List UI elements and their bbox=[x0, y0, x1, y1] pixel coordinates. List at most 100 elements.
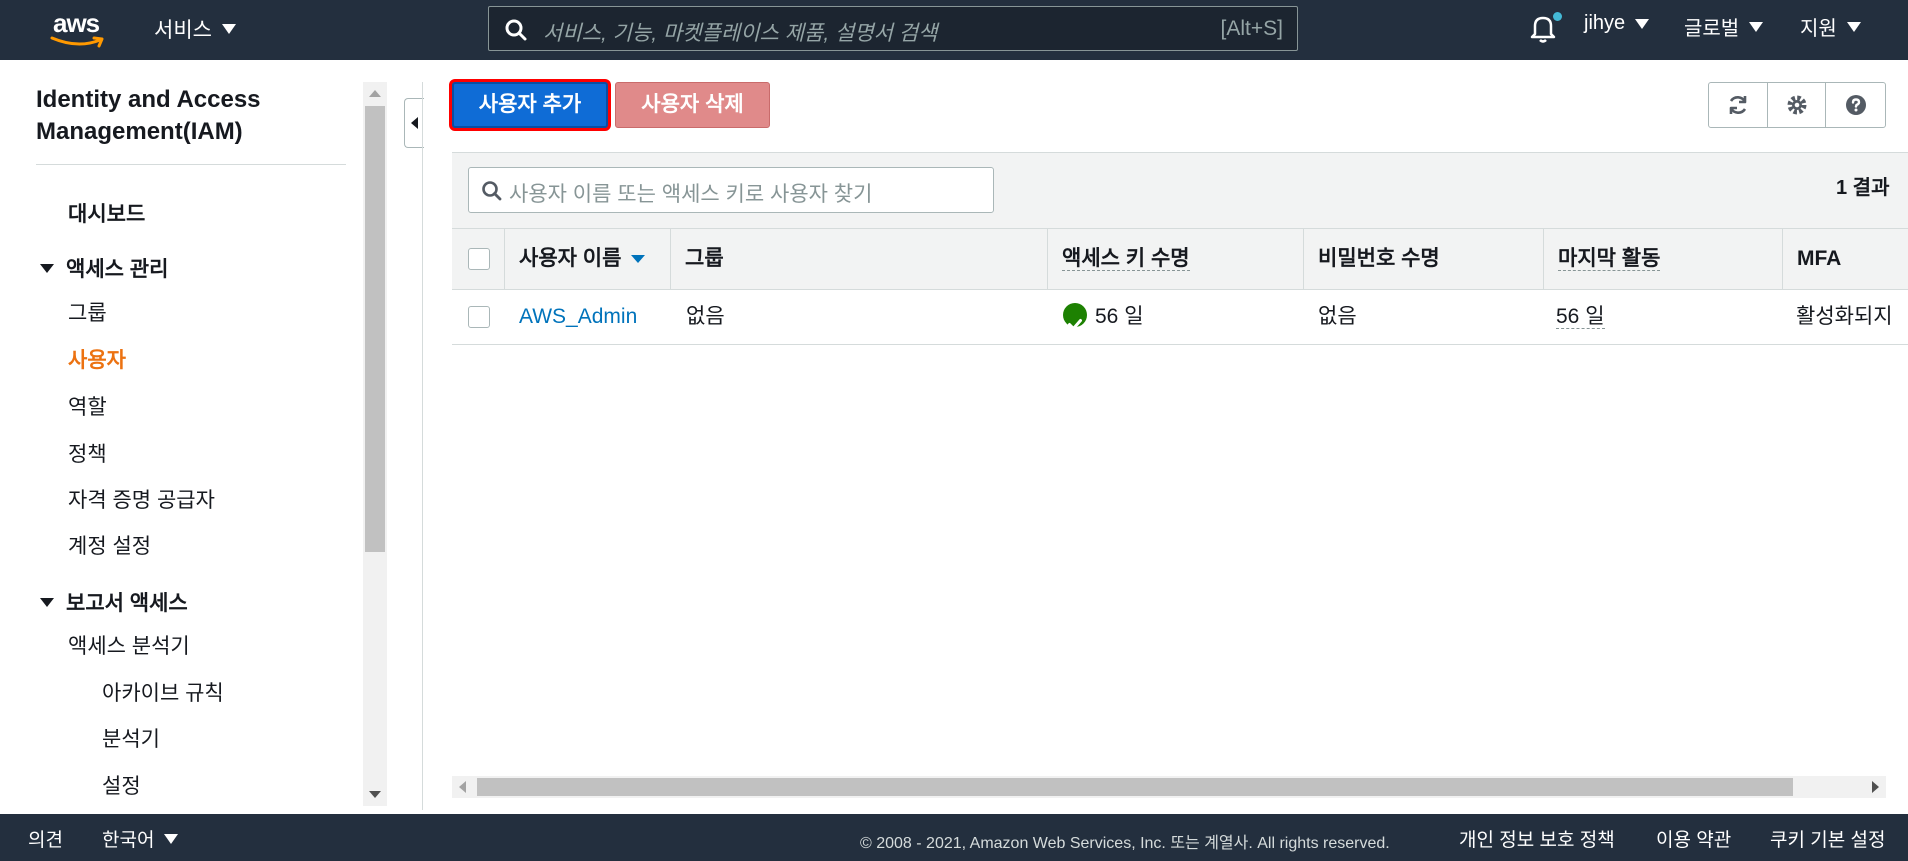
table-row[interactable]: AWS_Admin 없음 56 일 없음 56 일 활성화되지 bbox=[452, 290, 1908, 345]
cell-mfa: 활성화되지 bbox=[1796, 305, 1893, 328]
row-checkbox[interactable] bbox=[468, 306, 490, 328]
section-label: 액세스 관리 bbox=[66, 258, 169, 281]
column-label: 사용자 이름 bbox=[519, 247, 622, 270]
chevron-down-icon bbox=[221, 24, 236, 34]
search-icon bbox=[505, 19, 527, 41]
cookie-preferences-link[interactable]: 쿠키 기본 설정 bbox=[1770, 825, 1885, 852]
refresh-button[interactable] bbox=[1709, 83, 1768, 127]
sidebar-scrollbar[interactable] bbox=[363, 82, 387, 806]
sidebar-section-access-management[interactable]: 액세스 관리 bbox=[40, 253, 168, 283]
sidebar-title: Identity and Access Management(IAM) bbox=[36, 86, 261, 145]
help-button[interactable] bbox=[1826, 83, 1885, 127]
region-menu[interactable]: 글로벌 bbox=[1684, 12, 1764, 41]
scroll-left-icon[interactable] bbox=[459, 781, 466, 793]
column-label: MFA bbox=[1797, 247, 1842, 270]
result-count: 1 결과 bbox=[1836, 177, 1890, 199]
language-label: 한국어 bbox=[102, 830, 155, 851]
column-header-mfa[interactable]: MFA bbox=[1782, 229, 1908, 291]
sidebar-item-groups[interactable]: 그룹 bbox=[68, 297, 107, 327]
column-header-access-key-age[interactable]: 액세스 키 수명 bbox=[1047, 229, 1303, 291]
page-footer: 의견 한국어 © 2008 - 2021, Amazon Web Service… bbox=[0, 814, 1908, 861]
cell-last-activity: 56 일 bbox=[1556, 290, 1605, 345]
user-search-placeholder: 사용자 이름 또는 액세스 키로 사용자 찾기 bbox=[509, 183, 873, 206]
column-label: 그룹 bbox=[685, 247, 724, 270]
table-horizontal-scrollbar[interactable] bbox=[452, 776, 1886, 798]
sidebar-item-dashboard[interactable]: 대시보드 bbox=[68, 198, 145, 228]
terms-link[interactable]: 이용 약관 bbox=[1656, 825, 1731, 852]
cell-access-key-age: 56 일 bbox=[1063, 290, 1144, 345]
column-header-last-activity[interactable]: 마지막 활동 bbox=[1543, 229, 1782, 291]
top-navigation-bar: aws 서비스 서비스, 기능, 마켓플레이스 제품, 설명서 검색 [Alt+… bbox=[0, 0, 1908, 60]
scroll-right-icon[interactable] bbox=[1872, 781, 1879, 793]
aws-logo[interactable]: aws bbox=[48, 8, 110, 48]
sort-descending-icon bbox=[631, 255, 646, 264]
language-selector[interactable]: 한국어 bbox=[102, 825, 179, 852]
sidebar-item-policies[interactable]: 정책 bbox=[68, 438, 107, 468]
column-label: 액세스 키 수명 bbox=[1062, 247, 1190, 271]
chevron-down-icon bbox=[164, 833, 179, 844]
section-label: 보고서 액세스 bbox=[66, 592, 188, 615]
support-menu[interactable]: 지원 bbox=[1800, 12, 1861, 41]
iam-sidebar: Identity and Access Management(IAM) 대시보드… bbox=[0, 60, 360, 814]
chevron-down-icon bbox=[1846, 21, 1861, 32]
cell-groups: 없음 bbox=[686, 305, 725, 328]
sidebar-item-archive-rules[interactable]: 아카이브 규칙 bbox=[102, 677, 224, 707]
access-key-age-value: 56 일 bbox=[1095, 305, 1144, 328]
copyright-text: © 2008 - 2021, Amazon Web Services, Inc.… bbox=[860, 835, 1390, 852]
scroll-up-icon[interactable] bbox=[369, 90, 381, 97]
sidebar-divider bbox=[36, 164, 346, 165]
check-circle-icon bbox=[1063, 303, 1087, 331]
region-label: 글로벌 bbox=[1684, 18, 1740, 40]
chevron-down-icon bbox=[1635, 18, 1650, 29]
sidebar-collapse-button[interactable] bbox=[404, 98, 424, 148]
scroll-down-icon[interactable] bbox=[369, 791, 381, 798]
refresh-icon bbox=[1729, 96, 1747, 114]
table-filter-bar: 사용자 이름 또는 액세스 키로 사용자 찾기 1 결과 bbox=[452, 152, 1908, 228]
select-all-checkbox[interactable] bbox=[468, 248, 490, 270]
content-divider bbox=[422, 82, 423, 810]
user-search-input[interactable]: 사용자 이름 또는 액세스 키로 사용자 찾기 bbox=[468, 167, 994, 213]
sidebar-item-roles[interactable]: 역할 bbox=[68, 391, 107, 421]
sidebar-item-account-settings[interactable]: 계정 설정 bbox=[68, 530, 151, 560]
delete-user-button[interactable]: 사용자 삭제 bbox=[615, 82, 770, 128]
account-label: jihye bbox=[1584, 12, 1626, 34]
chevron-down-icon bbox=[1749, 21, 1764, 32]
sidebar-item-identity-providers[interactable]: 자격 증명 공급자 bbox=[68, 484, 215, 514]
scrollbar-thumb[interactable] bbox=[365, 106, 385, 552]
chevron-left-icon bbox=[411, 117, 418, 129]
add-user-button[interactable]: 사용자 추가 bbox=[452, 82, 608, 128]
services-menu[interactable]: 서비스 bbox=[154, 14, 236, 44]
column-header-groups[interactable]: 그룹 bbox=[670, 229, 1047, 291]
search-icon bbox=[482, 181, 502, 201]
search-shortcut-hint: [Alt+S] bbox=[1220, 17, 1283, 40]
settings-button[interactable] bbox=[1768, 83, 1827, 127]
notification-dot bbox=[1553, 12, 1562, 21]
table-actions-group bbox=[1708, 82, 1886, 128]
cell-password-age: 없음 bbox=[1318, 305, 1357, 328]
caret-down-icon bbox=[40, 597, 54, 607]
column-label: 비밀번호 수명 bbox=[1318, 247, 1440, 270]
sidebar-item-analyzers[interactable]: 분석기 bbox=[102, 723, 160, 753]
search-placeholder: 서비스, 기능, 마켓플레이스 제품, 설명서 검색 bbox=[543, 22, 938, 45]
help-icon bbox=[1845, 95, 1866, 115]
last-activity-value: 56 일 bbox=[1556, 305, 1605, 329]
column-header-username[interactable]: 사용자 이름 bbox=[504, 229, 670, 291]
gear-icon bbox=[1787, 95, 1806, 115]
scrollbar-thumb[interactable] bbox=[477, 778, 1793, 796]
column-label: 마지막 활동 bbox=[1558, 247, 1661, 271]
username-link[interactable]: AWS_Admin bbox=[519, 290, 637, 345]
column-header-password-age[interactable]: 비밀번호 수명 bbox=[1303, 229, 1543, 291]
users-table: 사용자 이름 또는 액세스 키로 사용자 찾기 1 결과 사용자 이름 그룹 액… bbox=[452, 152, 1908, 345]
sidebar-item-users[interactable]: 사용자 bbox=[68, 344, 126, 374]
support-label: 지원 bbox=[1800, 18, 1837, 40]
global-search-input[interactable]: 서비스, 기능, 마켓플레이스 제품, 설명서 검색 [Alt+S] bbox=[488, 6, 1298, 51]
privacy-policy-link[interactable]: 개인 정보 보호 정책 bbox=[1459, 825, 1615, 852]
sidebar-item-access-analyzer[interactable]: 액세스 분석기 bbox=[68, 630, 190, 660]
table-header-row: 사용자 이름 그룹 액세스 키 수명 비밀번호 수명 마지막 활동 MFA bbox=[452, 228, 1908, 291]
account-menu[interactable]: jihye bbox=[1584, 12, 1650, 35]
aws-smile-icon bbox=[50, 36, 104, 48]
sidebar-section-access-reports[interactable]: 보고서 액세스 bbox=[40, 587, 188, 617]
sidebar-item-analyzer-settings[interactable]: 설정 bbox=[102, 770, 141, 800]
services-label: 서비스 bbox=[154, 19, 212, 42]
feedback-link[interactable]: 의견 bbox=[28, 825, 63, 852]
